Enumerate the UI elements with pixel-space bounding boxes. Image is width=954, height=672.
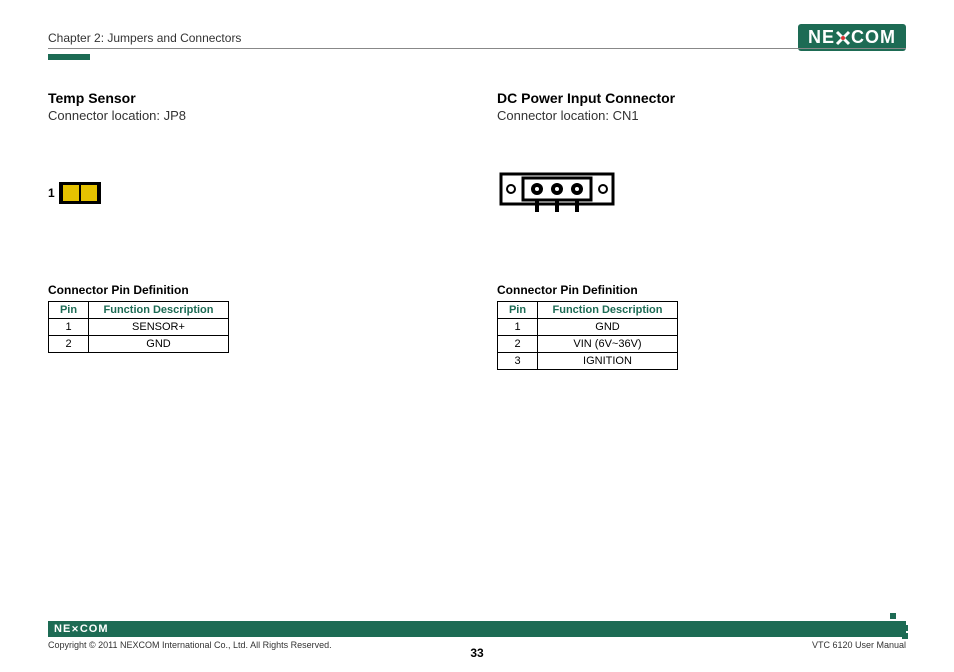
dc-power-title: DC Power Input Connector	[497, 90, 906, 106]
cell-pin: 3	[498, 353, 538, 370]
table-row: 1 GND	[498, 319, 678, 336]
brand-logo: NE COM	[798, 24, 906, 51]
cell-func: GND	[89, 336, 229, 353]
jp8-connector-icon	[59, 182, 101, 204]
logo-text-left: NE	[808, 27, 835, 48]
th-func: Function Description	[538, 302, 678, 319]
cell-func: GND	[538, 319, 678, 336]
table-row: 2 GND	[49, 336, 229, 353]
th-func: Function Description	[89, 302, 229, 319]
temp-sensor-title: Temp Sensor	[48, 90, 457, 106]
header-divider	[48, 48, 906, 49]
cell-pin: 1	[498, 319, 538, 336]
left-pin-table: Pin Function Description 1 SENSOR+ 2 GND	[48, 301, 229, 353]
table-row: 3 IGNITION	[498, 353, 678, 370]
table-row: 2 VIN (6V~36V)	[498, 336, 678, 353]
footer-decor-icon	[888, 621, 908, 637]
left-table-title: Connector Pin Definition	[48, 283, 457, 297]
table-row: 1 SENSOR+	[49, 319, 229, 336]
logo-x-icon	[835, 27, 851, 48]
footer-logo: NE✕COM	[54, 623, 109, 635]
cell-pin: 2	[49, 336, 89, 353]
cell-pin: 2	[498, 336, 538, 353]
cn1-diagram	[497, 153, 906, 233]
cell-func: VIN (6V~36V)	[538, 336, 678, 353]
jp8-pin1-label: 1	[48, 186, 55, 200]
logo-text-right: COM	[851, 27, 896, 48]
chapter-title: Chapter 2: Jumpers and Connectors	[48, 31, 241, 45]
jp8-diagram: 1	[48, 153, 457, 233]
cell-func: SENSOR+	[89, 319, 229, 336]
cell-pin: 1	[49, 319, 89, 336]
dc-power-location: Connector location: CN1	[497, 108, 906, 123]
page-number: 33	[0, 646, 954, 660]
cn1-connector-icon	[497, 168, 617, 218]
footer-bar: NE✕COM	[48, 621, 906, 637]
cell-func: IGNITION	[538, 353, 678, 370]
temp-sensor-location: Connector location: JP8	[48, 108, 457, 123]
th-pin: Pin	[498, 302, 538, 319]
th-pin: Pin	[49, 302, 89, 319]
right-pin-table: Pin Function Description 1 GND 2 VIN (6V…	[497, 301, 678, 370]
accent-bar	[48, 54, 90, 60]
right-table-title: Connector Pin Definition	[497, 283, 906, 297]
